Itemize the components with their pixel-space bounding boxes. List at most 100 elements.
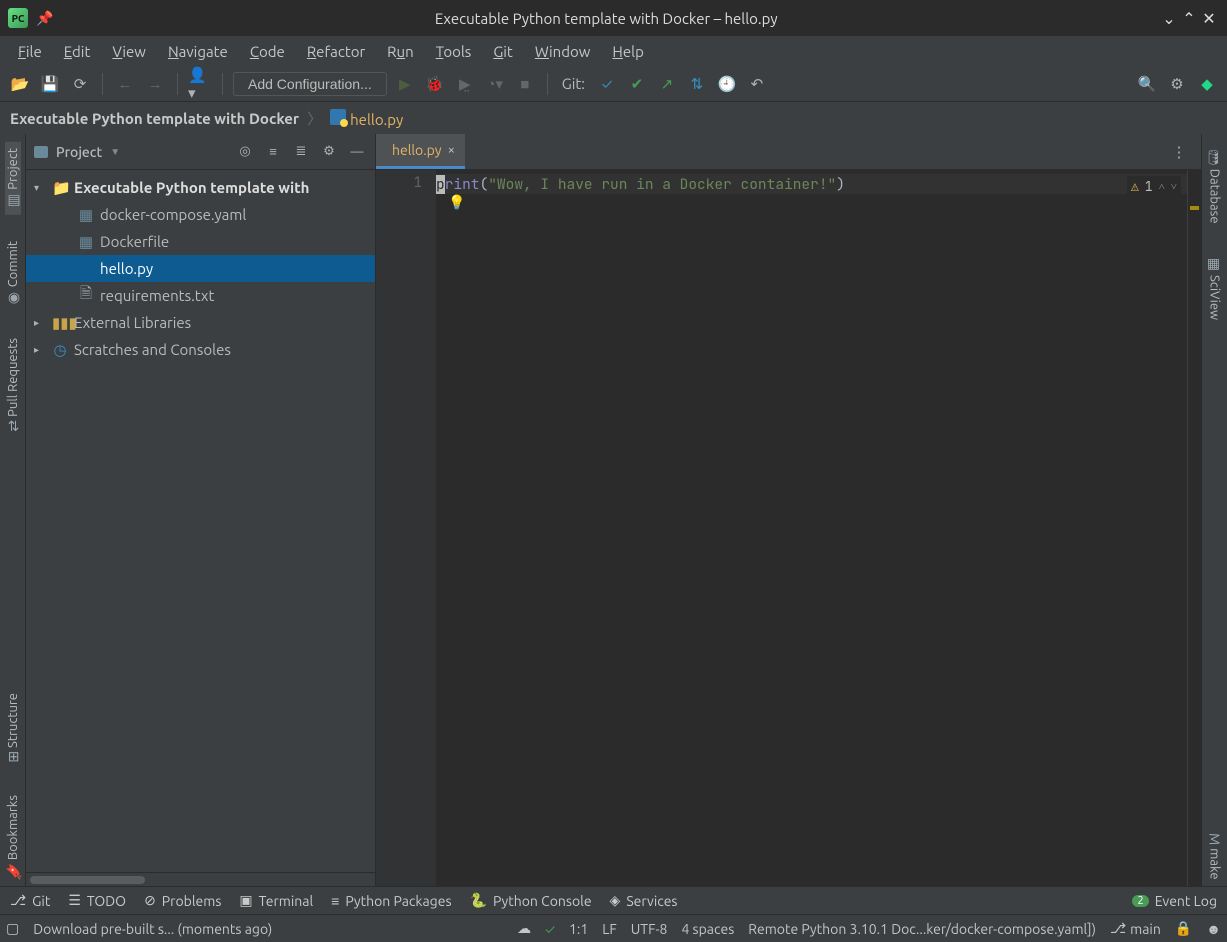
breadcrumb-root[interactable]: Executable Python template with Docker bbox=[10, 110, 299, 127]
open-icon[interactable]: 📂 bbox=[8, 72, 32, 96]
tree-file[interactable]: ▦ Dockerfile bbox=[26, 228, 375, 255]
status-power-save-icon[interactable]: ✓ bbox=[545, 921, 555, 937]
bottom-problems[interactable]: ⊘Problems bbox=[144, 892, 221, 909]
dock-make[interactable]: M make bbox=[1207, 827, 1223, 886]
menu-edit[interactable]: Edit bbox=[54, 39, 101, 64]
tree-file[interactable]: 🗎 requirements.txt bbox=[26, 282, 375, 309]
breadcrumb-file[interactable]: hello.py bbox=[330, 109, 403, 128]
sync-icon[interactable]: ⟳ bbox=[68, 72, 92, 96]
menu-git[interactable]: Git bbox=[483, 39, 523, 64]
status-encoding[interactable]: UTF-8 bbox=[631, 921, 668, 937]
code-editor[interactable]: 1 print("Wow, I have run in a Docker con… bbox=[376, 170, 1201, 886]
status-ide-icon[interactable]: ☻ bbox=[1206, 921, 1221, 937]
collapse-all-icon[interactable]: ≣ bbox=[291, 144, 311, 159]
editor-tab[interactable]: hello.py × bbox=[376, 134, 465, 169]
status-tool-windows-icon[interactable]: ▢ bbox=[6, 920, 19, 937]
run-icon[interactable]: ▶ bbox=[393, 72, 417, 96]
menu-code[interactable]: Code bbox=[240, 39, 295, 64]
git-update-icon[interactable]: ✓ bbox=[595, 72, 619, 96]
add-configuration-button[interactable]: Add Configuration... bbox=[233, 72, 387, 96]
editor-inspection-widget[interactable]: ⚠ 1 ˄ ˅ bbox=[1127, 176, 1181, 197]
bottom-python-console[interactable]: 🐍Python Console bbox=[470, 892, 592, 909]
hide-panel-icon[interactable]: — bbox=[347, 145, 367, 159]
tree-file-selected[interactable]: hello.py bbox=[26, 255, 375, 282]
menu-tools[interactable]: Tools bbox=[426, 39, 482, 64]
back-icon[interactable]: ← bbox=[113, 72, 137, 96]
status-git-branch[interactable]: ⎇main bbox=[1110, 920, 1161, 937]
menu-navigate[interactable]: Navigate bbox=[158, 39, 238, 64]
menu-run[interactable]: Run bbox=[377, 39, 424, 64]
project-tree[interactable]: ▾ 📁 Executable Python template with ▦ do… bbox=[26, 170, 375, 872]
status-bg-tasks-icon[interactable]: ☁ bbox=[517, 920, 531, 937]
dock-project[interactable]: ▤ Project bbox=[5, 142, 21, 215]
git-push-icon[interactable]: ↗ bbox=[655, 72, 679, 96]
panel-settings-icon[interactable]: ⚙ bbox=[319, 144, 339, 159]
menu-help[interactable]: Help bbox=[602, 39, 653, 64]
bottom-git[interactable]: ⎇Git bbox=[10, 892, 50, 909]
dock-database[interactable]: 🛢 Database bbox=[1207, 142, 1223, 230]
token-string: "Wow, I have run in a Docker container!" bbox=[488, 175, 836, 194]
prev-highlight-icon[interactable]: ˄ bbox=[1159, 180, 1165, 194]
menu-file[interactable]: File bbox=[8, 39, 52, 64]
menu-view[interactable]: View bbox=[102, 39, 156, 64]
select-opened-file-icon[interactable]: ◎ bbox=[235, 144, 255, 159]
dock-commit[interactable]: ◉ Commit bbox=[5, 235, 21, 312]
tree-external-libs[interactable]: ▸ ▮▮▮ External Libraries bbox=[26, 309, 375, 336]
status-line-sep[interactable]: LF bbox=[602, 921, 617, 937]
expand-arrow-icon[interactable]: ▾ bbox=[34, 182, 46, 194]
pin-icon[interactable]: 📌 bbox=[36, 10, 53, 27]
menu-refactor[interactable]: Refactor bbox=[297, 39, 375, 64]
dock-pull-requests[interactable]: ⇄ Pull Requests bbox=[5, 332, 21, 438]
project-panel-title[interactable]: Project bbox=[56, 144, 102, 160]
expand-all-icon[interactable]: ≡ bbox=[263, 144, 283, 159]
project-view-dropdown[interactable]: ▼ bbox=[110, 146, 120, 158]
tree-file[interactable]: ▦ docker-compose.yaml bbox=[26, 201, 375, 228]
bottom-todo[interactable]: ☰TODO bbox=[68, 892, 126, 909]
next-highlight-icon[interactable]: ˅ bbox=[1171, 180, 1177, 194]
profile-icon[interactable]: ◔▾ bbox=[483, 72, 507, 96]
status-interpreter[interactable]: Remote Python 3.10.1 Doc...ker/docker-co… bbox=[748, 921, 1096, 937]
rollback-icon[interactable]: ↶ bbox=[745, 72, 769, 96]
save-icon[interactable]: 💾 bbox=[38, 72, 62, 96]
bottom-event-log[interactable]: 2 Event Log bbox=[1132, 893, 1217, 909]
user-dropdown-icon[interactable]: 👤▾ bbox=[188, 72, 212, 96]
minimize-button[interactable]: ⌄ bbox=[1159, 9, 1179, 28]
code-line[interactable]: print("Wow, I have run in a Docker conta… bbox=[436, 174, 1187, 194]
debug-icon[interactable]: 🐞 bbox=[423, 72, 447, 96]
forward-icon[interactable]: → bbox=[143, 72, 167, 96]
tab-actions-icon[interactable]: ⋮ bbox=[1167, 140, 1191, 164]
close-button[interactable]: ✕ bbox=[1199, 9, 1219, 28]
status-cursor-pos[interactable]: 1:1 bbox=[569, 921, 588, 937]
bottom-python-packages[interactable]: ≡Python Packages bbox=[331, 893, 451, 909]
tree-h-scrollbar[interactable] bbox=[26, 872, 375, 886]
coverage-icon[interactable]: ▶̤ bbox=[453, 72, 477, 96]
status-message[interactable]: Download pre-built s... (moments ago) bbox=[33, 921, 272, 937]
tree-root[interactable]: ▾ 📁 Executable Python template with bbox=[26, 174, 375, 201]
history-icon[interactable]: 🕘 bbox=[715, 72, 739, 96]
expand-arrow-icon[interactable]: ▸ bbox=[34, 317, 46, 329]
status-lock-icon[interactable]: 🔒 bbox=[1175, 920, 1192, 937]
scrollbar-thumb[interactable] bbox=[30, 876, 145, 884]
git-commit-icon[interactable]: ✔ bbox=[625, 72, 649, 96]
editor-v-scrollbar[interactable] bbox=[1187, 170, 1201, 886]
dock-sciview[interactable]: ▦ SciView bbox=[1207, 250, 1223, 326]
bottom-services[interactable]: ◈Services bbox=[610, 892, 678, 909]
intention-bulb-icon[interactable]: 💡 bbox=[448, 194, 465, 212]
expand-arrow-icon[interactable]: ▸ bbox=[34, 344, 46, 356]
error-stripe-mark[interactable] bbox=[1190, 206, 1199, 210]
dock-bookmarks[interactable]: 🔖 Bookmarks bbox=[5, 789, 21, 886]
ide-services-icon[interactable]: ◆ bbox=[1195, 72, 1219, 96]
git-pull-icon[interactable]: ⇅ bbox=[685, 72, 709, 96]
stop-icon[interactable]: ■ bbox=[513, 72, 537, 96]
tree-scratches[interactable]: ▸ ◷ Scratches and Consoles bbox=[26, 336, 375, 363]
settings-icon[interactable]: ⚙ bbox=[1165, 72, 1189, 96]
status-indent[interactable]: 4 spaces bbox=[681, 921, 734, 937]
code-content[interactable]: print("Wow, I have run in a Docker conta… bbox=[436, 170, 1187, 886]
dock-structure[interactable]: ⊞ Structure bbox=[5, 687, 21, 769]
close-tab-icon[interactable]: × bbox=[448, 143, 455, 157]
gutter[interactable]: 1 bbox=[376, 170, 436, 886]
bottom-terminal[interactable]: ▣Terminal bbox=[239, 892, 313, 909]
search-icon[interactable]: 🔍 bbox=[1135, 72, 1159, 96]
menu-window[interactable]: Window bbox=[525, 39, 601, 64]
maximize-button[interactable]: ⌃ bbox=[1179, 9, 1199, 28]
